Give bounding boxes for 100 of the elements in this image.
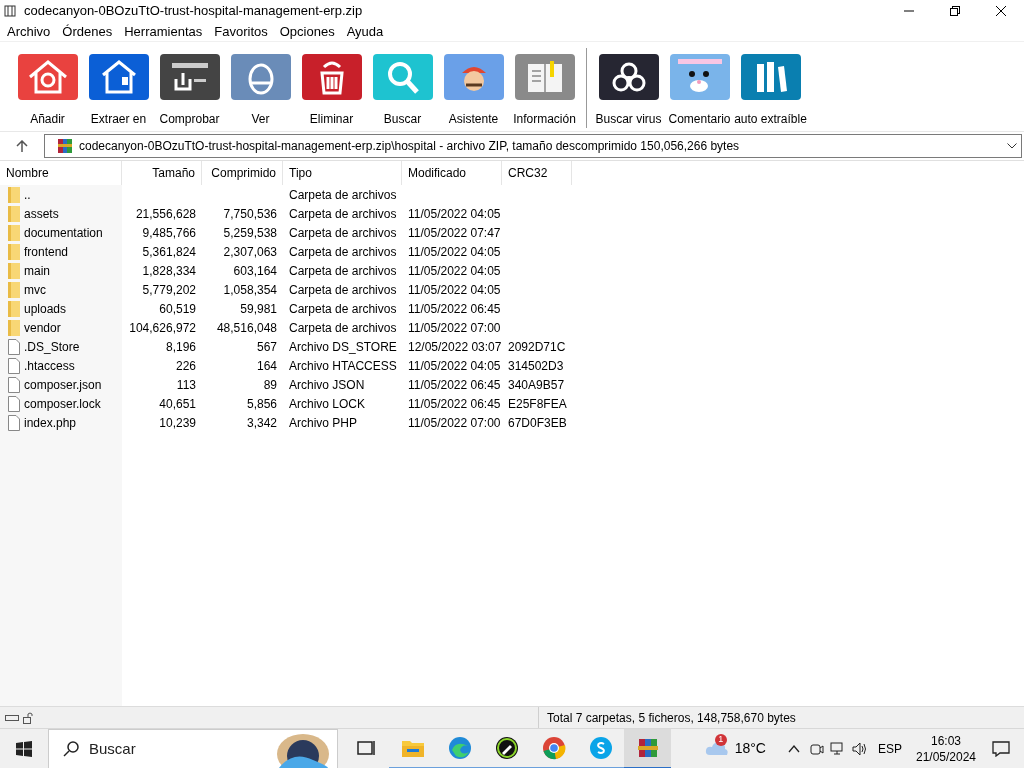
folder-icon (8, 262, 20, 279)
minimize-icon (904, 10, 914, 12)
table-cell-text: E25F8FEA (508, 395, 567, 413)
table-cell-text: 1,058,354 (223, 281, 277, 299)
folder-icon (8, 205, 20, 222)
table-cell-text: Carpeta de archivos (289, 281, 397, 299)
table-cell-text: 11/05/2022 07:00 (408, 319, 501, 337)
search-icon (63, 740, 79, 757)
notification-badge: 1 (714, 733, 727, 746)
language-indicator[interactable]: ESP (878, 739, 902, 758)
chevron-up-icon (788, 744, 800, 753)
menu-item[interactable]: Herramientas (119, 21, 208, 42)
extract-icon (88, 54, 149, 100)
menu-item[interactable]: Favoritos (209, 21, 273, 42)
table-cell-text: 11/05/2022 07:00 (408, 414, 501, 432)
table-cell-text: Carpeta de archivos (289, 243, 397, 261)
table-cell-text: 5,779,202 (142, 281, 196, 299)
table-cell-text: 11/05/2022 04:05 (408, 243, 501, 261)
table-cell-text: Archivo DS_STORE (289, 338, 397, 356)
folder-icon (8, 300, 20, 317)
column-header[interactable]: Tipo (283, 161, 402, 185)
status-text: Total 7 carpetas, 5 ficheros, 148,758,670 bytes (547, 709, 796, 727)
folder-icon (8, 243, 20, 260)
find-icon (372, 54, 433, 100)
menu-item[interactable]: Ayuda (341, 21, 389, 42)
folder-icon (8, 186, 20, 203)
windows-logo-icon (16, 740, 32, 757)
table-cell-text: Carpeta de archivos (289, 319, 397, 337)
menu-item[interactable]: Archivo (2, 21, 56, 42)
toolbar-button[interactable]: Información (509, 54, 580, 128)
camera-icon (810, 741, 824, 756)
toolbar-button[interactable]: Buscar (367, 54, 438, 128)
toolbar-button[interactable]: auto extraíble (735, 54, 806, 128)
table-cell-text: 603,164 (233, 262, 277, 280)
window-title: codecanyon-0BOzuTtO-trust-hospital-management-erp.zip (24, 2, 363, 21)
clock[interactable]: 16:03 21/05/2024 (914, 732, 978, 765)
column-header[interactable]: Modificado (402, 161, 502, 185)
table-cell-text: 1,828,334 (142, 262, 196, 280)
table-cell-text: 5,361,824 (142, 243, 196, 261)
view-icon (230, 54, 291, 100)
speaker-icon (852, 741, 868, 756)
file-name[interactable]: .. (24, 185, 31, 204)
table-cell-text: 12/05/2022 03:07 (408, 338, 502, 356)
archive-icon (4, 5, 16, 17)
table-cell-text: 340A9B57 (508, 376, 565, 394)
menu-item[interactable]: Órdenes (57, 21, 118, 42)
file-name[interactable]: mvc (24, 280, 46, 299)
toolbar-button[interactable]: Añadir (12, 54, 83, 128)
table-cell-text: Carpeta de archivos (289, 205, 397, 223)
table-cell-text: 226 (175, 357, 196, 375)
table-cell-text: 11/05/2022 04:05 (408, 262, 501, 280)
table-cell-text: 3,342 (246, 414, 277, 432)
drive-icon (5, 713, 19, 722)
table-cell-text: 11/05/2022 06:45 (408, 395, 501, 413)
toolbar-button[interactable]: Comprobar (154, 54, 225, 128)
table-cell-text: 11/05/2022 06:45 (408, 300, 501, 318)
toolbar-button[interactable]: Comentario (664, 54, 735, 128)
search-input[interactable]: Buscar (89, 736, 269, 761)
folder-icon (8, 319, 20, 336)
chat-icon (588, 735, 613, 760)
restore-icon (950, 6, 960, 16)
arrow-up-icon (16, 140, 28, 152)
toolbar-button[interactable]: Extraer en (83, 54, 154, 128)
toolbar-button[interactable]: Ver (225, 54, 296, 128)
table-cell-text: 11/05/2022 04:05 (408, 357, 501, 375)
table-cell-text: Carpeta de archivos (289, 186, 397, 204)
column-header[interactable]: Tamaño (122, 161, 202, 185)
browser-icon (541, 735, 566, 760)
table-cell-text: 60,519 (159, 300, 196, 318)
toolbar-button[interactable]: Asistente (438, 54, 509, 128)
table-cell-text: 11/05/2022 04:05 (408, 281, 501, 299)
table-cell-text: 9,485,766 (142, 224, 196, 242)
address-field[interactable]: codecanyon-0BOzuTtO-trust-hospital-management-erp.zip\hospital - archivo ZIP, tamaño descomprimido 150,056,266 bytes (44, 134, 1022, 158)
comment-icon (669, 54, 730, 100)
table-cell-text: 5,259,538 (223, 224, 277, 242)
network-icon (830, 741, 846, 756)
menu-item[interactable]: Opciones (274, 21, 340, 42)
table-cell-text: 104,626,972 (129, 319, 196, 337)
table-cell-text: 567 (256, 338, 277, 356)
table-cell-text: 21,556,628 (135, 205, 196, 223)
table-cell-text: 59,981 (240, 300, 277, 318)
table-cell-text: 67D0F3EB (508, 414, 567, 432)
add-icon (17, 54, 78, 100)
table-cell-text: Archivo PHP (289, 414, 358, 432)
table-cell-text: 2092D71C (508, 338, 566, 356)
virus-icon (598, 54, 659, 100)
dropdown-chevron-icon (1007, 143, 1017, 149)
column-header[interactable]: Comprimido (202, 161, 283, 185)
close-icon (996, 6, 1006, 16)
folder-icon (8, 224, 20, 241)
column-header[interactable]: CRC32 (502, 161, 572, 185)
search-field[interactable]: Buscar (48, 728, 338, 768)
table-cell-text: 11/05/2022 07:47 (408, 224, 501, 242)
table-cell-text: Carpeta de archivos (289, 224, 397, 242)
weather-widget[interactable]: 1 18°C (700, 728, 770, 768)
table-cell-text: 8,196 (165, 338, 196, 356)
info-icon (514, 54, 575, 100)
toolbar-button[interactable]: Buscar virus (593, 54, 664, 128)
toolbar-button[interactable]: Eliminar (296, 54, 367, 128)
table-cell-text: Carpeta de archivos (289, 262, 397, 280)
